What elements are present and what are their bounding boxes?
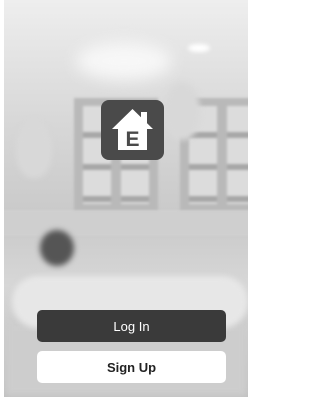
app-screen: E Log In Sign Up <box>4 0 248 397</box>
background-ceiling-light <box>76 42 172 80</box>
background-pendant-light <box>164 82 200 140</box>
svg-text:E: E <box>125 128 139 151</box>
app-logo: E <box>101 100 164 160</box>
house-e-logo-icon: E <box>112 109 153 151</box>
background-pendant-light <box>16 120 52 178</box>
signup-button[interactable]: Sign Up <box>37 351 226 383</box>
background-light-dot <box>188 44 210 52</box>
background-counter <box>4 210 248 236</box>
background-plant <box>40 230 74 266</box>
login-button-label: Log In <box>113 318 150 334</box>
login-button[interactable]: Log In <box>37 310 226 342</box>
signup-button-label: Sign Up <box>106 359 157 375</box>
